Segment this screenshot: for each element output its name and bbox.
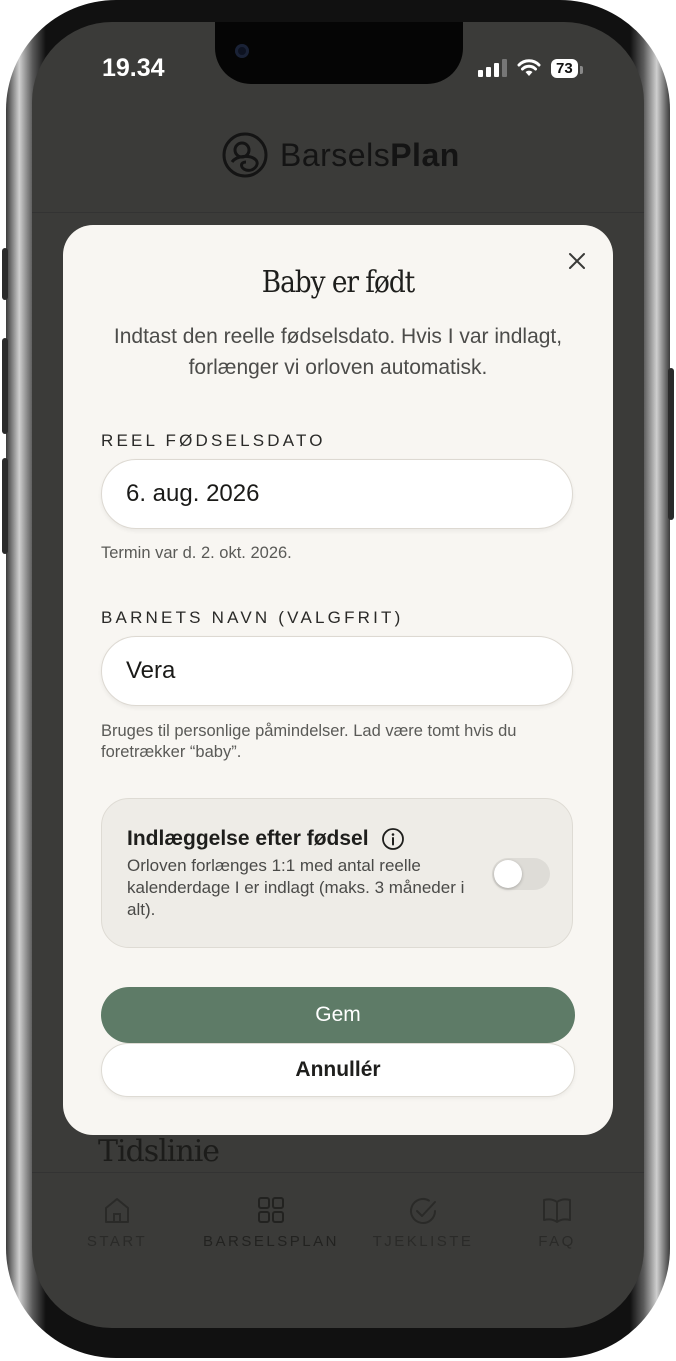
silent-switch bbox=[2, 248, 8, 300]
grid-icon bbox=[258, 1197, 284, 1223]
check-circle-icon bbox=[410, 1198, 436, 1224]
hospitalization-description: Orloven forlænges 1:1 med antal reelle k… bbox=[127, 856, 465, 919]
hospitalization-title-text: Indlæggelse efter fødsel bbox=[127, 827, 369, 850]
timeline-heading: Tidslinie bbox=[98, 1134, 220, 1169]
tab-start[interactable]: START bbox=[42, 1195, 192, 1250]
logo-text: BarselsPlan bbox=[280, 137, 460, 174]
info-icon[interactable] bbox=[381, 827, 405, 851]
header-divider bbox=[32, 212, 644, 213]
signal-icon bbox=[478, 59, 507, 77]
birthdate-field[interactable] bbox=[101, 459, 573, 529]
tab-label: START bbox=[86, 1233, 148, 1250]
hospitalization-card: Indlæggelse efter fødsel Orloven forlæng… bbox=[101, 798, 573, 948]
power-button bbox=[668, 368, 674, 520]
tab-tjekliste[interactable]: TJEKLISTE bbox=[348, 1195, 498, 1250]
tab-label: FAQ bbox=[538, 1233, 576, 1250]
hospitalization-toggle[interactable] bbox=[492, 858, 550, 890]
dialog-title: Baby er født bbox=[261, 265, 416, 300]
hospitalization-title: Indlæggelse efter fødsel bbox=[127, 827, 405, 851]
birthdate-label: REEL FØDSELSDATO bbox=[101, 431, 326, 450]
notch bbox=[215, 22, 463, 84]
baby-born-dialog: Baby er født Indtast den reelle fødselsd… bbox=[63, 225, 613, 1135]
dialog-subtitle: Indtast den reelle fødselsdato. Hvis I v… bbox=[113, 325, 563, 379]
logo-text-bold: Plan bbox=[390, 136, 460, 173]
tab-faq[interactable]: FAQ bbox=[482, 1195, 632, 1250]
status-time: 19.34 bbox=[102, 54, 165, 82]
tab-label: TJEKLISTE bbox=[372, 1233, 474, 1250]
tab-barselsplan[interactable]: BARSELSPLAN bbox=[196, 1195, 346, 1250]
save-button[interactable]: Gem bbox=[101, 987, 575, 1043]
barselsplan-logo-icon bbox=[222, 132, 268, 178]
child-name-hint: Bruges til personlige påmindelser. Lad v… bbox=[101, 722, 517, 761]
tab-bar: START BARSELSPLAN TJEKLISTE FAQ bbox=[32, 1172, 644, 1273]
screen: 19.34 73 BarselsPlan Tidslinie START BAR… bbox=[32, 22, 644, 1328]
status-icons: 73 bbox=[478, 56, 583, 80]
child-name-field[interactable] bbox=[101, 636, 573, 706]
book-icon bbox=[543, 1198, 571, 1223]
volume-down-button bbox=[2, 458, 8, 554]
volume-up-button bbox=[2, 338, 8, 434]
tab-label: BARSELSPLAN bbox=[203, 1233, 339, 1250]
battery-indicator: 73 bbox=[551, 58, 583, 78]
logo-text-light: Barsels bbox=[280, 136, 391, 173]
child-name-label: BARNETS NAVN (VALGFRIT) bbox=[101, 608, 404, 627]
wifi-icon bbox=[517, 59, 541, 76]
birthdate-hint: Termin var d. 2. okt. 2026. bbox=[101, 544, 292, 562]
cancel-button[interactable]: Annullér bbox=[101, 1043, 575, 1097]
app-logo: BarselsPlan bbox=[220, 130, 460, 180]
toggle-knob bbox=[494, 860, 522, 888]
camera bbox=[235, 44, 249, 58]
home-icon bbox=[105, 1198, 129, 1223]
